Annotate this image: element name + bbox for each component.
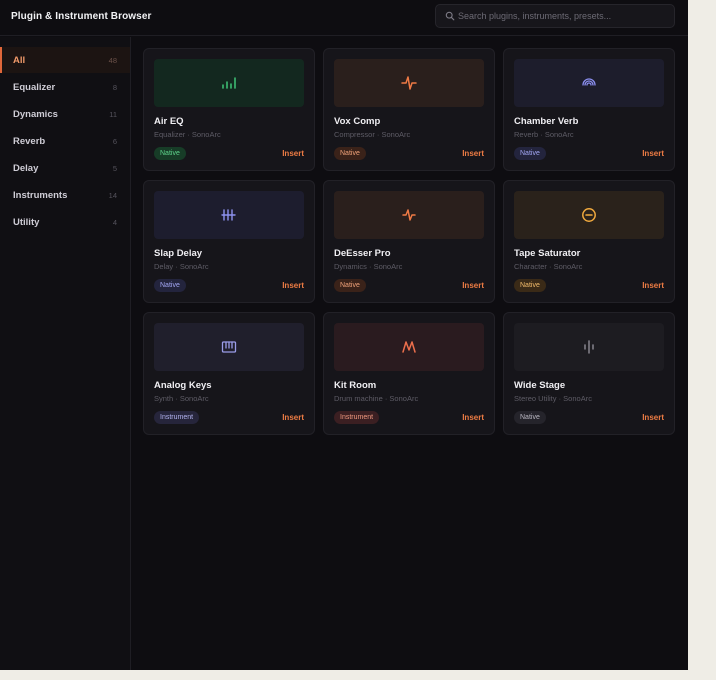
search-box[interactable]	[435, 4, 675, 28]
sidebar-item-label: Delay	[13, 163, 39, 174]
sidebar-item-label: Reverb	[13, 136, 46, 147]
plugin-thumbnail	[514, 191, 664, 239]
plugin-thumbnail	[334, 191, 484, 239]
plugin-subtitle: Delay · SonoArc	[154, 262, 209, 271]
sidebar-item-dynamics[interactable]: Dynamics 11	[0, 101, 130, 127]
insert-button[interactable]: Insert	[462, 281, 484, 290]
format-badge: Native	[514, 147, 546, 160]
plugin-thumbnail	[334, 323, 484, 371]
sidebar-item-label: Utility	[13, 217, 40, 228]
plugin-card-slap-delay[interactable]: Slap Delay Delay · SonoArc Native Insert	[143, 180, 315, 303]
sidebar-item-count: 14	[108, 191, 117, 200]
plugin-card-tape-saturator[interactable]: Tape Saturator Character · SonoArc Nativ…	[503, 180, 675, 303]
plugin-title: Air EQ	[154, 116, 184, 127]
plugin-thumbnail	[334, 59, 484, 107]
plugin-title: Tape Saturator	[514, 248, 581, 259]
sidebar-item-reverb[interactable]: Reverb 6	[0, 128, 130, 154]
plugin-subtitle: Dynamics · SonoArc	[334, 262, 403, 271]
search-icon	[445, 11, 455, 21]
insert-button[interactable]: Insert	[642, 413, 664, 422]
app-title: Plugin & Instrument Browser	[11, 11, 152, 22]
sidebar-item-count: 4	[112, 218, 117, 227]
waveform-pulse-icon	[401, 76, 417, 90]
format-badge: Native	[514, 279, 546, 292]
drum-peaks-icon	[402, 341, 416, 353]
insert-button[interactable]: Insert	[282, 413, 304, 422]
plugin-subtitle: Reverb · SonoArc	[514, 130, 574, 139]
top-bar: Plugin & Instrument Browser	[0, 0, 688, 36]
plugin-title: Wide Stage	[514, 380, 566, 391]
stereo-width-icon	[584, 340, 594, 354]
category-sidebar: All 48 Equalizer 8 Dynamics 11 Reverb 6 …	[0, 37, 131, 670]
insert-button[interactable]: Insert	[462, 413, 484, 422]
sidebar-item-count: 48	[108, 56, 117, 65]
plugin-title: Vox Comp	[334, 116, 381, 127]
format-badge: Native	[334, 279, 366, 292]
insert-button[interactable]: Insert	[642, 149, 664, 158]
sidebar-item-label: Instruments	[13, 190, 68, 201]
plugin-card-kit-room[interactable]: Kit Room Drum machine · SonoArc Instrume…	[323, 312, 495, 435]
plugin-subtitle: Equalizer · SonoArc	[154, 130, 221, 139]
plugin-thumbnail	[514, 323, 664, 371]
sidebar-item-delay[interactable]: Delay 5	[0, 155, 130, 181]
format-badge: Native	[334, 147, 366, 160]
format-badge: Native	[154, 147, 186, 160]
plugin-card-chamber-verb[interactable]: Chamber Verb Reverb · SonoArc Native Ins…	[503, 48, 675, 171]
sidebar-item-count: 5	[112, 164, 117, 173]
sidebar-item-equalizer[interactable]: Equalizer 8	[0, 74, 130, 100]
plugin-thumbnail	[154, 59, 304, 107]
insert-button[interactable]: Insert	[282, 281, 304, 290]
plugin-title: Chamber Verb	[514, 116, 579, 127]
plugin-card-deesser-pro[interactable]: DeEsser Pro Dynamics · SonoArc Native In…	[323, 180, 495, 303]
format-badge: Instrument	[334, 411, 380, 424]
plugin-card-vox-comp[interactable]: Vox Comp Compressor · SonoArc Native Ins…	[323, 48, 495, 171]
plugin-subtitle: Character · SonoArc	[514, 262, 583, 271]
sidebar-item-label: Dynamics	[13, 109, 58, 120]
plugin-subtitle: Synth · SonoArc	[154, 394, 209, 403]
waveform-pulse-icon	[402, 209, 416, 221]
sidebar-item-utility[interactable]: Utility 4	[0, 209, 130, 235]
format-badge: Instrument	[154, 411, 200, 424]
insert-button[interactable]: Insert	[462, 149, 484, 158]
format-badge: Native	[154, 279, 186, 292]
plugin-title: Slap Delay	[154, 248, 203, 259]
sidebar-item-label: All	[13, 55, 26, 66]
sidebar-item-instruments[interactable]: Instruments 14	[0, 182, 130, 208]
sidebar-item-label: Equalizer	[13, 82, 56, 93]
piano-keys-icon	[221, 341, 237, 353]
sidebar-item-count: 6	[112, 137, 117, 146]
plugin-card-wide-stage[interactable]: Wide Stage Stereo Utility · SonoArc Nati…	[503, 312, 675, 435]
plugin-subtitle: Compressor · SonoArc	[334, 130, 411, 139]
sidebar-item-all[interactable]: All 48	[0, 47, 130, 73]
plugin-browser-window: Plugin & Instrument Browser All 48 Equal…	[0, 0, 688, 670]
insert-button[interactable]: Insert	[642, 281, 664, 290]
plugin-thumbnail	[154, 191, 304, 239]
sidebar-item-count: 8	[112, 83, 117, 92]
plugin-thumbnail	[154, 323, 304, 371]
tape-circle-icon	[582, 208, 596, 222]
plugin-title: DeEsser Pro	[334, 248, 391, 259]
plugin-subtitle: Stereo Utility · SonoArc	[514, 394, 592, 403]
plugin-card-analog-keys[interactable]: Analog Keys Synth · SonoArc Instrument I…	[143, 312, 315, 435]
plugin-card-air-eq[interactable]: Air EQ Equalizer · SonoArc Native Insert	[143, 48, 315, 171]
plugin-title: Kit Room	[334, 380, 377, 391]
search-input[interactable]	[458, 5, 668, 27]
reverb-arcs-icon	[582, 78, 596, 86]
delay-taps-icon	[221, 209, 236, 221]
format-badge: Native	[514, 411, 546, 424]
plugin-title: Analog Keys	[154, 380, 212, 391]
plugin-thumbnail	[514, 59, 664, 107]
insert-button[interactable]: Insert	[282, 149, 304, 158]
equalizer-bars-icon	[222, 77, 236, 89]
sidebar-item-count: 11	[109, 110, 117, 119]
plugin-subtitle: Drum machine · SonoArc	[334, 394, 419, 403]
